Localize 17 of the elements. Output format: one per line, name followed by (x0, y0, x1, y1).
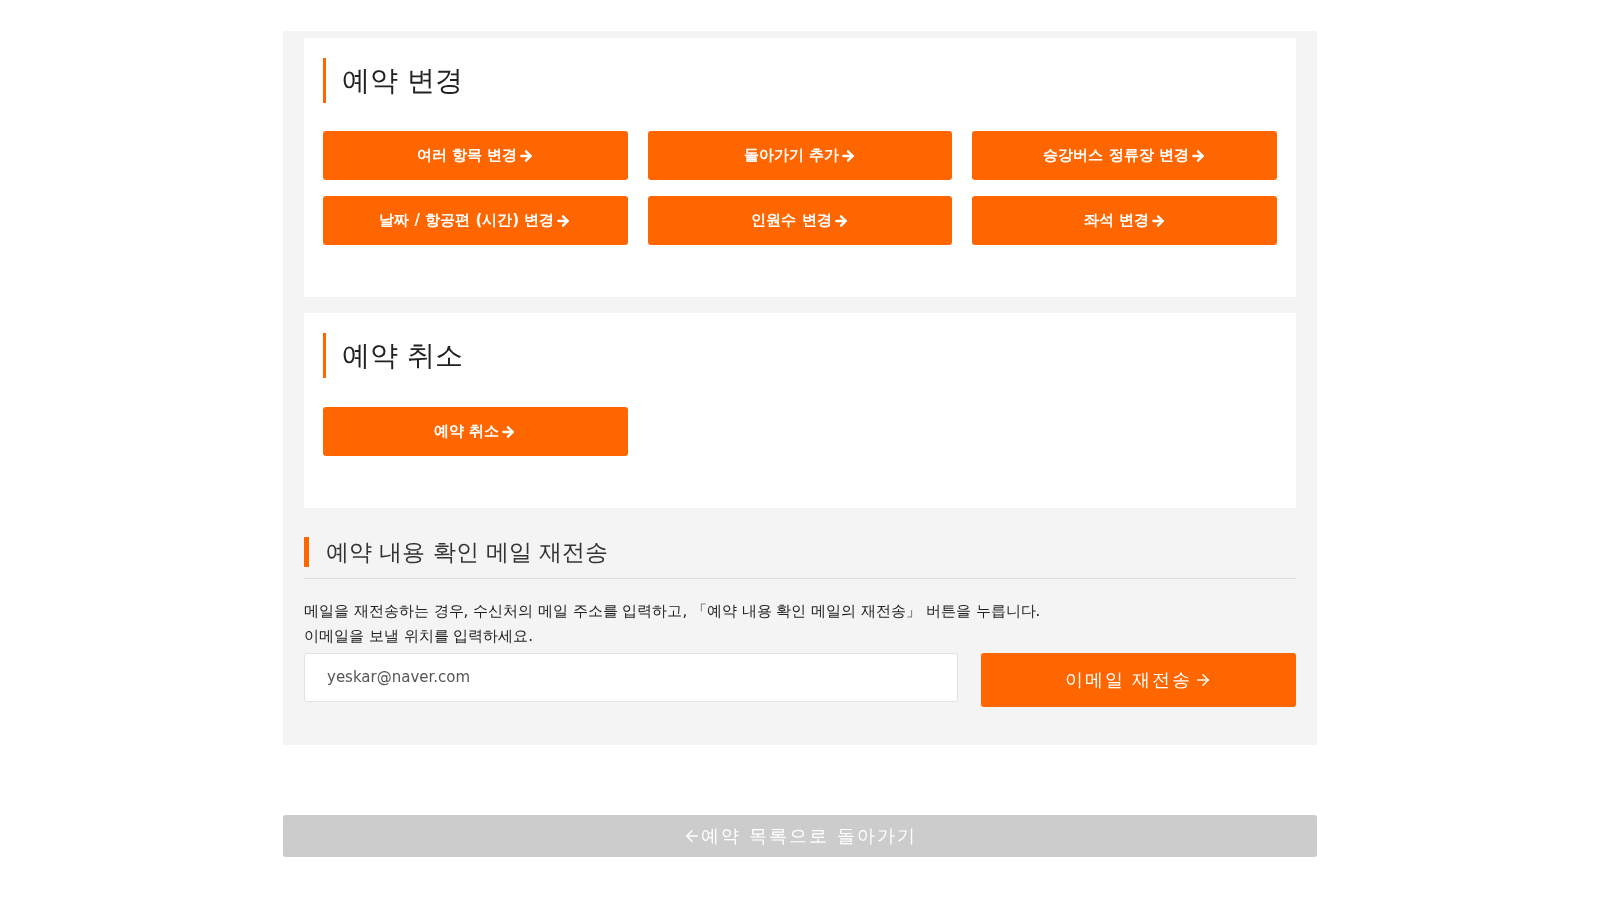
accent-bar (323, 58, 326, 103)
section-title: 예약 변경 (342, 66, 463, 95)
description-text: 메일을 재전송하는 경우, 수신처의 메일 주소를 입력하고, 「예약 내용 확인 메일의 재전송」 버튼을 누릅니다. (304, 600, 1042, 622)
section-title: 예약 취소 (342, 341, 463, 370)
action-button[interactable]: 승강버스 정류장 변경 (972, 131, 1277, 180)
accent-bar (304, 537, 309, 568)
action-button[interactable]: 여러 항목 변경 (323, 131, 628, 180)
action-button[interactable]: 날짜 / 항공편 (시간) 변경 (323, 196, 628, 245)
accent-bar (323, 333, 326, 378)
action-button[interactable]: 인원수 변경 (647, 196, 953, 245)
description-text: 이메일을 보낼 위치를 입력하세요. (304, 625, 535, 647)
action-button[interactable]: 예약 취소 (323, 407, 628, 456)
action-button[interactable]: 돌아가기 추가 (647, 131, 953, 180)
email-input-field[interactable]: yeskar@naver.com (304, 652, 958, 702)
resend-email-button[interactable]: 이메일 재전송 (981, 652, 1296, 707)
action-button[interactable]: 좌석 변경 (972, 196, 1277, 245)
section-title: 예약 내용 확인 메일 재전송 (326, 538, 609, 567)
